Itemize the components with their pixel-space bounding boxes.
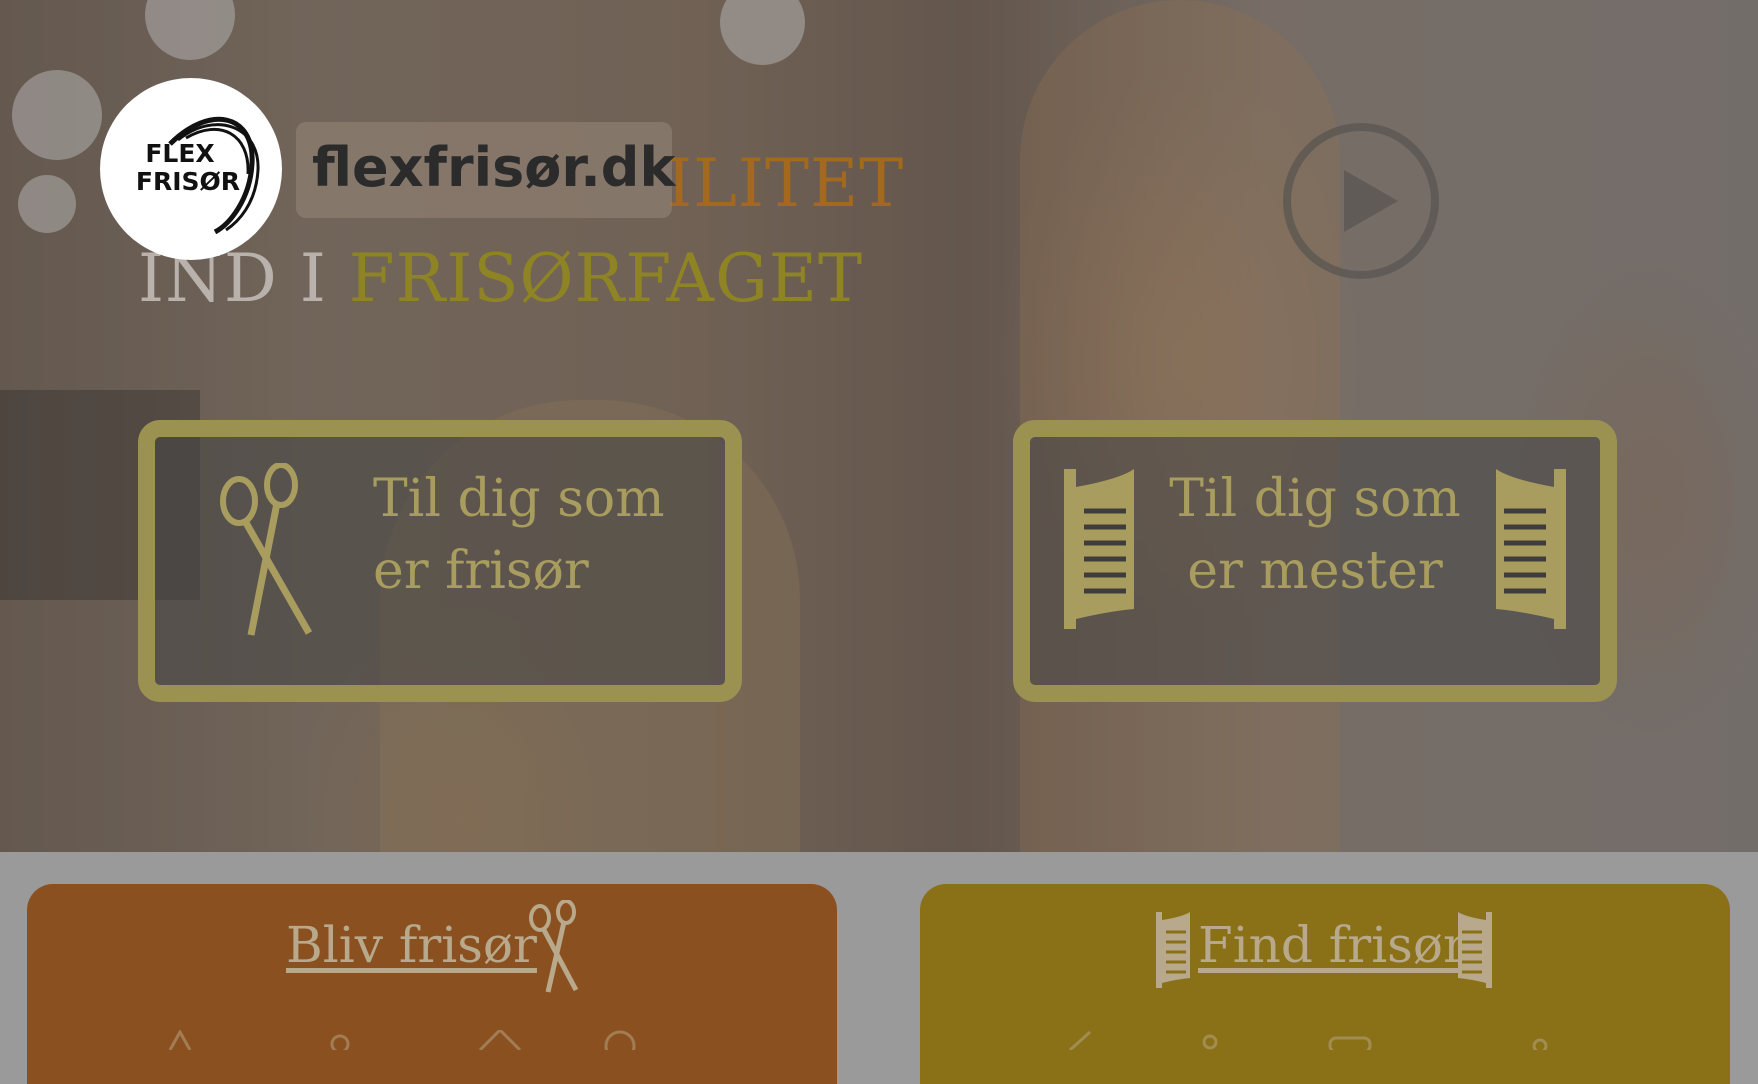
saloon-door-left-icon — [1064, 469, 1134, 629]
hero-headline-highlight: FRISØRFAGET — [348, 240, 863, 317]
panel-find-hairdresser-title[interactable]: Find frisør — [1198, 916, 1467, 974]
card-hairdresser-line2: er frisør — [373, 541, 589, 601]
card-master-line2: er mester — [1187, 541, 1443, 601]
card-hairdresser-line1: Til dig som — [373, 469, 665, 529]
site-logo[interactable]: FLEX FRISØR — [100, 78, 282, 260]
saloon-door-left-icon — [1156, 912, 1190, 988]
card-hairdresser[interactable]: Til dig som er frisør — [138, 420, 742, 702]
saloon-door-right-icon — [1458, 912, 1492, 988]
logo-hair-swoosh-icon — [168, 116, 260, 234]
hero-headline-partial: ILITET — [666, 145, 905, 222]
panel-become-hairdresser-title[interactable]: Bliv frisør — [286, 916, 537, 974]
brand-domain[interactable]: flexfrisør.dk — [312, 136, 675, 199]
scissors-icon — [529, 900, 579, 993]
card-master-line1: Til dig som — [1169, 469, 1461, 529]
saloon-door-right-icon — [1496, 469, 1566, 629]
play-icon[interactable] — [1280, 120, 1442, 282]
panel-find-hairdresser[interactable] — [920, 884, 1730, 1084]
panel-feature-icons-row — [1068, 1030, 1548, 1050]
scissors-icon — [220, 463, 313, 636]
card-master[interactable]: Til dig som er mester — [1013, 420, 1617, 702]
panel-feature-icons-row — [168, 1030, 636, 1050]
panel-become-hairdresser[interactable] — [27, 884, 837, 1084]
